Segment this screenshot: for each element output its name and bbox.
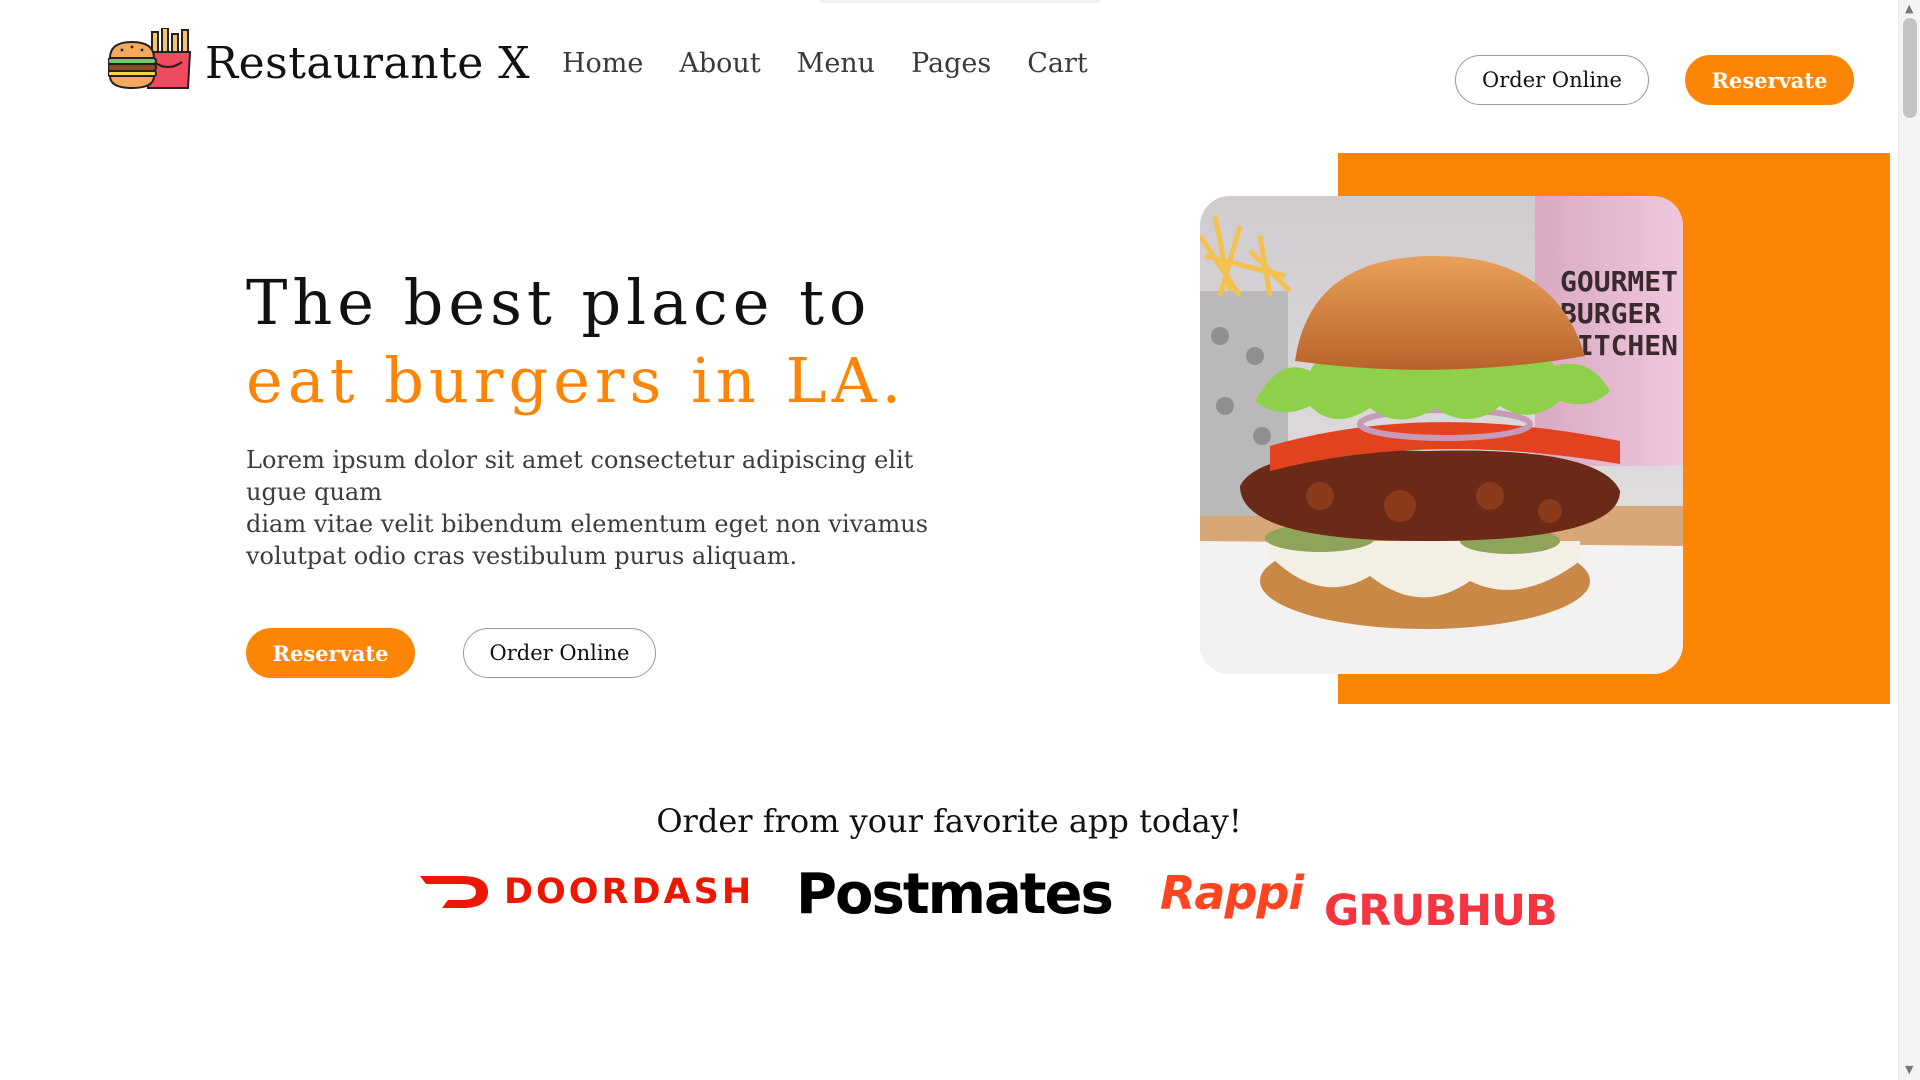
burger-illustration: GOURMET BURGER KITCHEN [1200,196,1683,674]
cup-text-line: BURGER [1560,297,1661,330]
doordash-logo[interactable]: DOORDASH [418,868,754,916]
nav-pages[interactable]: Pages [911,48,991,79]
rappi-wordmark: Rappi [1160,866,1304,920]
scroll-up-arrow-icon[interactable]: ▲ [1905,3,1913,15]
hero-title-line2: eat burgers in LA. [246,344,907,417]
hero-order-online-button[interactable]: Order Online [463,628,656,678]
burger-and-fries-icon[interactable] [108,28,192,90]
burger-photo: GOURMET BURGER KITCHEN [1200,196,1683,674]
hero-description: Lorem ipsum dolor sit amet consectetur a… [246,444,966,572]
nav-cart[interactable]: Cart [1027,48,1088,79]
nav-home[interactable]: Home [562,48,643,79]
postmates-logo[interactable]: Postmates [796,862,1114,927]
grubhub-wordmark: GRUBHUB [1324,886,1558,936]
brand-name[interactable]: Restaurante X [205,38,530,89]
header-reservate-button[interactable]: Reservate [1685,55,1854,105]
hero-title: The best place to eat burgers in LA. [246,264,906,420]
hero-reservate-button[interactable]: Reservate [246,628,415,678]
scrollbar-thumb[interactable] [1903,18,1917,118]
hero-text-line: Lorem ipsum dolor sit amet consectetur a… [246,446,914,506]
page-scrollbar[interactable]: ▲ ▼ [1898,0,1920,1080]
postmates-wordmark: Postmates [796,862,1114,927]
grubhub-logo[interactable]: GRUBHUB [1324,886,1558,936]
header-order-online-button[interactable]: Order Online [1455,55,1649,105]
cup-text-line: GOURMET [1560,265,1678,298]
order-section-title: Order from your favorite app today! [656,802,1242,840]
scroll-down-arrow-icon[interactable]: ▼ [1905,1064,1913,1076]
doordash-logo-icon [420,876,488,908]
hero-text-line: volutpat odio cras vestibulum purus aliq… [246,542,798,570]
hero-title-line1: The best place to [246,266,872,339]
doordash-wordmark: DOORDASH [504,872,755,912]
rappi-logo[interactable]: Rappi [1160,866,1304,920]
main-nav: Home About Menu Pages Cart [562,48,1124,79]
top-indicator [820,0,1100,3]
nav-menu[interactable]: Menu [797,48,875,79]
hero-text-line: diam vitae velit bibendum elementum eget… [246,510,929,538]
nav-about[interactable]: About [679,48,760,79]
